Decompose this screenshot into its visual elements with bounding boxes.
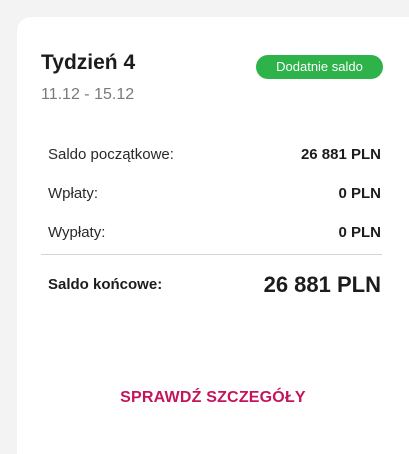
divider — [41, 254, 382, 255]
withdrawals-value: 0 PLN — [338, 224, 381, 241]
opening-balance-label: Saldo początkowe: — [48, 146, 174, 163]
deposits-label: Wpłaty: — [48, 185, 99, 202]
deposits-row: Wpłaty: 0 PLN — [48, 183, 381, 205]
withdrawals-label: Wypłaty: — [48, 224, 106, 241]
closing-balance-row: Saldo końcowe: 26 881 PLN — [48, 270, 381, 300]
closing-balance-label: Saldo końcowe: — [48, 276, 163, 293]
status-badge: Dodatnie saldo — [256, 55, 383, 79]
opening-balance-value: 26 881 PLN — [300, 146, 381, 163]
week-title: Tydzień 4 — [41, 51, 136, 74]
check-details-button[interactable]: SPRAWDŹ SZCZEGÓŁY — [17, 387, 409, 409]
opening-balance-row: Saldo początkowe: 26 881 PLN — [48, 144, 381, 166]
week-balance-card: Tydzień 4 11.12 - 15.12 Dodatnie saldo S… — [17, 17, 409, 454]
week-date-range: 11.12 - 15.12 — [41, 86, 135, 103]
withdrawals-row: Wypłaty: 0 PLN — [48, 222, 381, 244]
closing-balance-value: 26 881 PLN — [263, 272, 381, 297]
deposits-value: 0 PLN — [338, 185, 381, 202]
